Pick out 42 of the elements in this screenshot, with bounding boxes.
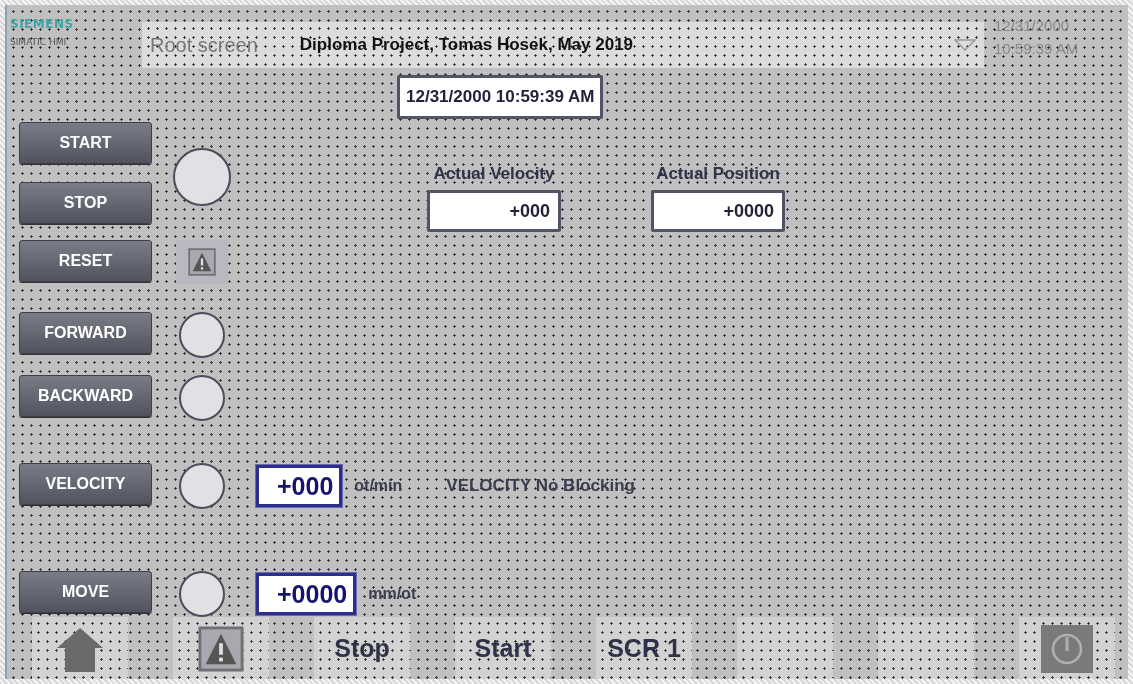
dropdown-icon	[954, 39, 976, 51]
status-lamp	[179, 375, 225, 421]
unit-label: ot/min	[354, 477, 403, 495]
status-lamp	[179, 463, 225, 509]
status-lamp	[179, 571, 225, 617]
warning-icon	[198, 625, 244, 672]
clock-date: 12/31/2000	[994, 17, 1071, 34]
project-title: Diploma Project, Tomas Hosek, May 2019	[299, 35, 635, 55]
date-time-field: 12/31/2000 10:59:39 AM	[397, 75, 604, 119]
icon-key[interactable]	[1019, 617, 1115, 679]
home-icon	[55, 625, 105, 672]
readout-label: Actual Velocity	[433, 164, 555, 184]
product-name: SIMATIC HMI	[10, 37, 68, 47]
blank-key[interactable]	[737, 617, 833, 679]
status-lamp	[173, 148, 231, 206]
command-button[interactable]: RESET	[19, 240, 152, 282]
readout-field: +000	[427, 190, 561, 232]
readout-field: +0000	[651, 190, 785, 232]
status-text: VELOCITY No Blocking	[446, 476, 635, 496]
brand-logo: SIEMENS	[10, 17, 75, 31]
function-key[interactable]: SCR 1	[596, 617, 692, 679]
warning-icon	[188, 248, 216, 276]
value-input[interactable]: +000	[256, 465, 343, 507]
command-button[interactable]: BACKWARD	[19, 375, 152, 417]
icon-key[interactable]	[173, 617, 269, 679]
power-icon	[1041, 624, 1093, 673]
title-bar[interactable]: Root screen Diploma Project, Tomas Hosek, May 2019	[142, 22, 984, 68]
icon-key[interactable]	[32, 617, 128, 679]
clock-time: 10:59:39 AM	[994, 40, 1079, 57]
value-input[interactable]: +0000	[256, 573, 357, 615]
status-lamp	[179, 312, 225, 358]
readout-label: Actual Position	[656, 164, 780, 184]
unit-label: mm/ot	[368, 585, 417, 603]
command-button[interactable]: FORWARD	[19, 312, 152, 354]
blank-key[interactable]	[878, 617, 974, 679]
function-key[interactable]: Stop	[314, 617, 410, 679]
function-key[interactable]: Start	[455, 617, 551, 679]
command-button[interactable]: MOVE	[19, 571, 152, 613]
screen-name: Root screen	[150, 33, 258, 57]
command-button[interactable]: STOP	[19, 182, 152, 224]
command-button[interactable]: VELOCITY	[19, 463, 152, 505]
command-button[interactable]: START	[19, 122, 152, 164]
